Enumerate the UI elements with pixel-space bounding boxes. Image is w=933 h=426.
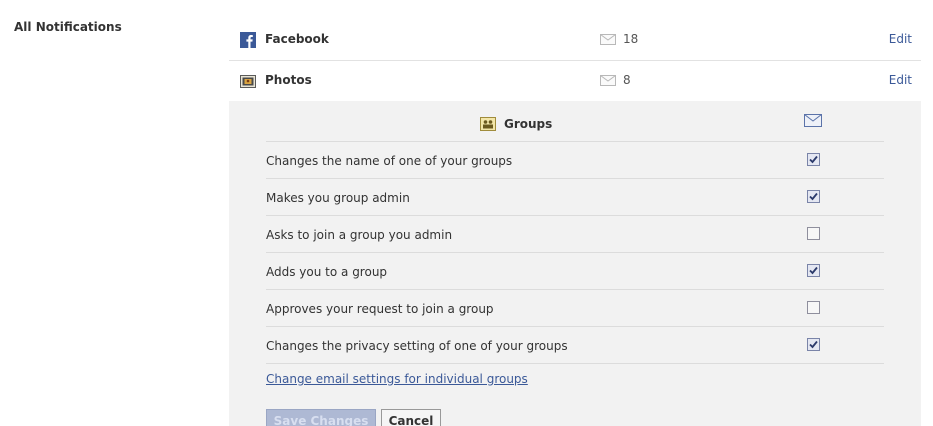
option-label: Changes the name of one of your groups: [266, 154, 513, 168]
option-row: Changes the privacy setting of one of yo…: [266, 327, 884, 364]
edit-link[interactable]: Edit: [889, 73, 912, 87]
option-label: Changes the privacy setting of one of yo…: [266, 339, 568, 353]
option-row: Changes the name of one of your groups: [266, 142, 884, 179]
option-label: Makes you group admin: [266, 191, 410, 205]
notifications-page: All Notifications Facebook 18 Edit Photo…: [0, 0, 933, 426]
option-label: Adds you to a group: [266, 265, 388, 279]
save-changes-button[interactable]: Save Changes: [266, 409, 376, 426]
app-name: Photos: [265, 73, 312, 87]
groups-header: Groups: [266, 101, 884, 142]
app-name: Facebook: [265, 32, 329, 46]
mail-icon: [600, 34, 616, 48]
option-checkbox[interactable]: [807, 264, 820, 277]
option-row: Approves your request to join a group: [266, 290, 884, 327]
facebook-icon: [240, 32, 256, 48]
notification-count: 18: [623, 32, 639, 46]
mail-icon: [600, 75, 616, 89]
groups-title: Groups: [504, 117, 553, 131]
option-checkbox[interactable]: [807, 153, 820, 166]
notification-count: 8: [623, 73, 631, 87]
option-row: Adds you to a group: [266, 253, 884, 290]
option-checkbox[interactable]: [807, 301, 820, 314]
checkmark-icon: [809, 340, 818, 349]
option-checkbox[interactable]: [807, 338, 820, 351]
photos-icon: [240, 73, 256, 89]
option-row: Makes you group admin: [266, 179, 884, 216]
option-label: Asks to join a group you admin: [266, 228, 453, 242]
option-row: Asks to join a group you admin: [266, 216, 884, 253]
checkmark-icon: [809, 266, 818, 275]
app-row-photos: Photos 8 Edit: [229, 61, 921, 102]
checkmark-icon: [809, 192, 818, 201]
app-row-facebook: Facebook 18 Edit: [229, 20, 921, 61]
groups-settings-panel: Groups Changes the name of one of your g…: [229, 101, 921, 426]
option-checkbox[interactable]: [807, 227, 820, 240]
section-label: All Notifications: [14, 20, 122, 34]
cancel-button[interactable]: Cancel: [381, 409, 441, 426]
mail-icon: [804, 114, 822, 130]
checkmark-icon: [809, 155, 818, 164]
option-checkbox[interactable]: [807, 190, 820, 203]
edit-link[interactable]: Edit: [889, 32, 912, 46]
change-email-settings-link[interactable]: Change email settings for individual gro…: [266, 372, 528, 386]
option-label: Approves your request to join a group: [266, 302, 494, 316]
groups-icon: [480, 117, 496, 134]
